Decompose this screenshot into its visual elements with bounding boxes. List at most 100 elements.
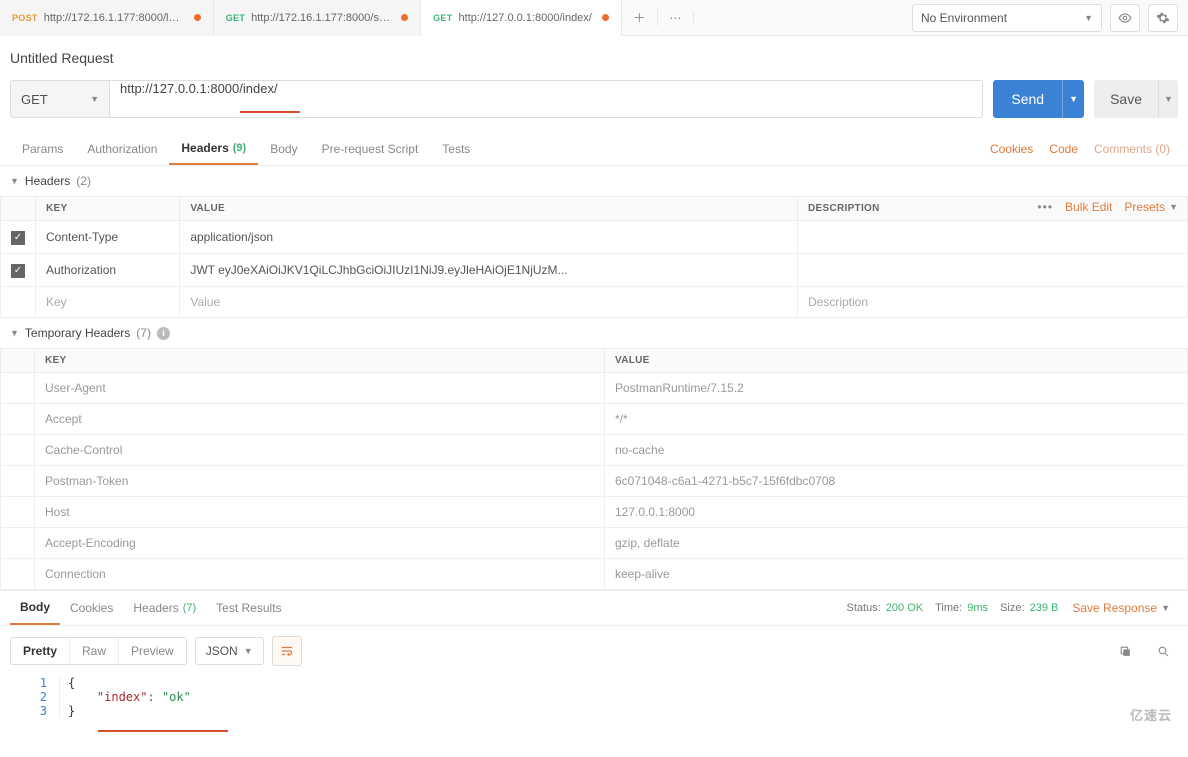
checkbox[interactable]: ✓ [11, 264, 25, 278]
col-key: KEY [35, 349, 605, 373]
temp-headers-table: KEY VALUE User-AgentPostmanRuntime/7.15.… [0, 348, 1188, 590]
request-tab[interactable]: POST http://172.16.1.177:8000/login/ [0, 0, 214, 36]
info-icon[interactable]: i [157, 327, 170, 340]
save-response-button[interactable]: Save Response ▼ [1064, 601, 1178, 615]
response-tab-body[interactable]: Body [10, 591, 60, 625]
temp-headers-toggle[interactable]: ▼ Temporary Headers (7) i [0, 318, 1188, 348]
search-response-button[interactable] [1148, 637, 1178, 665]
line-number: 2 [0, 690, 60, 704]
chevron-down-icon: ▼ [10, 328, 19, 338]
view-mode-segment: PrettyRawPreview [10, 637, 187, 665]
header-key[interactable]: Content-Type [36, 221, 180, 254]
unsaved-dot-icon [194, 14, 201, 21]
resp-headers-count: (7) [183, 602, 196, 614]
tab-method: POST [12, 13, 38, 23]
environment-label: No Environment [921, 11, 1007, 25]
wrap-lines-button[interactable] [272, 636, 302, 666]
header-row: ✓ Authorization JWT eyJ0eXAiOiJKV1QiLCJh… [1, 254, 1188, 287]
code-line: 3} [0, 704, 1188, 718]
temp-key: Accept [35, 404, 605, 435]
request-tab[interactable]: GET http://172.16.1.177:8000/servic... [214, 0, 421, 36]
subtab-tests[interactable]: Tests [430, 132, 482, 165]
request-subtabs: ParamsAuthorizationHeaders(9)BodyPre-req… [0, 132, 1188, 166]
temp-value: PostmanRuntime/7.15.2 [605, 373, 1188, 404]
response-body[interactable]: 1{2 "index": "ok"3} 亿速云 [0, 676, 1188, 728]
line-number: 1 [0, 676, 60, 690]
temp-value: keep-alive [605, 559, 1188, 590]
temp-header-row: Postman-Token6c071048-c6a1-4271-b5c7-15f… [1, 466, 1188, 497]
temp-key: Connection [35, 559, 605, 590]
request-tab[interactable]: GET http://127.0.0.1:8000/index/ [421, 0, 622, 36]
subtab-pre-request-script[interactable]: Pre-request Script [310, 132, 431, 165]
cookies-link[interactable]: Cookies [982, 142, 1041, 156]
request-tabs: POST http://172.16.1.177:8000/login/ GET… [0, 0, 622, 36]
view-mode-preview[interactable]: Preview [118, 638, 186, 664]
header-value-input[interactable]: Value [180, 287, 798, 318]
temp-header-row: Host127.0.0.1:8000 [1, 497, 1188, 528]
view-mode-pretty[interactable]: Pretty [11, 638, 69, 664]
tab-overflow-button[interactable]: ⋯ [658, 11, 694, 25]
code-line: 2 "index": "ok" [0, 690, 1188, 704]
copy-response-button[interactable] [1110, 637, 1140, 665]
response-tab-headers[interactable]: Headers(7) [123, 591, 206, 625]
tab-label: http://172.16.1.177:8000/servic... [251, 12, 391, 24]
time-value: 9ms [967, 602, 988, 614]
url-input[interactable]: http://127.0.0.1:8000/index/ [110, 80, 983, 118]
code-link[interactable]: Code [1041, 142, 1086, 156]
tab-label: http://172.16.1.177:8000/login/ [44, 12, 184, 24]
send-dropdown[interactable]: ▼ [1062, 80, 1084, 118]
view-mode-raw[interactable]: Raw [69, 638, 118, 664]
watermark: 亿速云 [1130, 705, 1172, 724]
subtab-headers[interactable]: Headers(9) [169, 132, 258, 165]
temp-key: Host [35, 497, 605, 528]
request-title[interactable]: Untitled Request [0, 36, 1188, 74]
col-key: KEY [36, 197, 180, 221]
tab-label: http://127.0.0.1:8000/index/ [459, 12, 592, 24]
subtab-authorization[interactable]: Authorization [75, 132, 169, 165]
checkbox[interactable]: ✓ [11, 231, 25, 245]
header-key[interactable]: Authorization [36, 254, 180, 287]
environment-quicklook-button[interactable] [1110, 4, 1140, 32]
top-tab-bar: POST http://172.16.1.177:8000/login/ GET… [0, 0, 1188, 36]
subtab-body[interactable]: Body [258, 132, 309, 165]
header-value[interactable]: application/json [180, 221, 798, 254]
save-button[interactable]: Save ▼ [1094, 80, 1178, 118]
response-tab-cookies[interactable]: Cookies [60, 591, 123, 625]
new-tab-button[interactable]: ＋ [622, 9, 658, 26]
send-button[interactable]: Send ▼ [993, 80, 1084, 118]
temp-key: Cache-Control [35, 435, 605, 466]
unsaved-dot-icon [602, 14, 609, 21]
temp-headers-count: (7) [136, 326, 151, 340]
chevron-down-icon: ▼ [10, 176, 19, 186]
headers-table-wrapper: ••• Bulk Edit Presets ▼ KEY VALUE DESCRI… [0, 196, 1188, 318]
unsaved-dot-icon [401, 14, 408, 21]
settings-button[interactable] [1148, 4, 1178, 32]
header-desc-input[interactable]: Description [798, 287, 1188, 318]
header-key-input[interactable]: Key [36, 287, 180, 318]
temp-headers-title: Temporary Headers [25, 326, 130, 340]
header-value[interactable]: JWT eyJ0eXAiOiJKV1QiLCJhbGciOiJIUzI1NiJ9… [180, 254, 798, 287]
size-value: 239 B [1030, 602, 1059, 614]
response-tabs: BodyCookiesHeaders(7)Test Results Status… [0, 590, 1188, 626]
save-dropdown[interactable]: ▼ [1158, 80, 1178, 118]
language-select[interactable]: JSON ▼ [195, 637, 264, 665]
line-number: 3 [0, 704, 60, 718]
method-select[interactable]: GET ▼ [10, 80, 110, 118]
comments-link[interactable]: Comments (0) [1086, 142, 1178, 156]
temp-value: 127.0.0.1:8000 [605, 497, 1188, 528]
presets-link[interactable]: Presets ▼ [1124, 200, 1178, 214]
headers-more-icon[interactable]: ••• [1037, 200, 1053, 214]
bulk-edit-link[interactable]: Bulk Edit [1065, 200, 1112, 214]
chevron-down-icon: ▼ [1161, 603, 1170, 613]
environment-select[interactable]: No Environment ▼ [912, 4, 1102, 32]
headers-section-toggle[interactable]: ▼ Headers (2) [0, 166, 1188, 196]
url-row: GET ▼ http://127.0.0.1:8000/index/ Send … [0, 74, 1188, 132]
header-desc[interactable] [798, 221, 1188, 254]
temp-value: gzip, deflate [605, 528, 1188, 559]
temp-header-row: Cache-Controlno-cache [1, 435, 1188, 466]
response-tab-test-results[interactable]: Test Results [206, 591, 291, 625]
col-value: VALUE [605, 349, 1188, 373]
temp-value: 6c071048-c6a1-4271-b5c7-15f6fdbc0708 [605, 466, 1188, 497]
header-desc[interactable] [798, 254, 1188, 287]
subtab-params[interactable]: Params [10, 132, 75, 165]
